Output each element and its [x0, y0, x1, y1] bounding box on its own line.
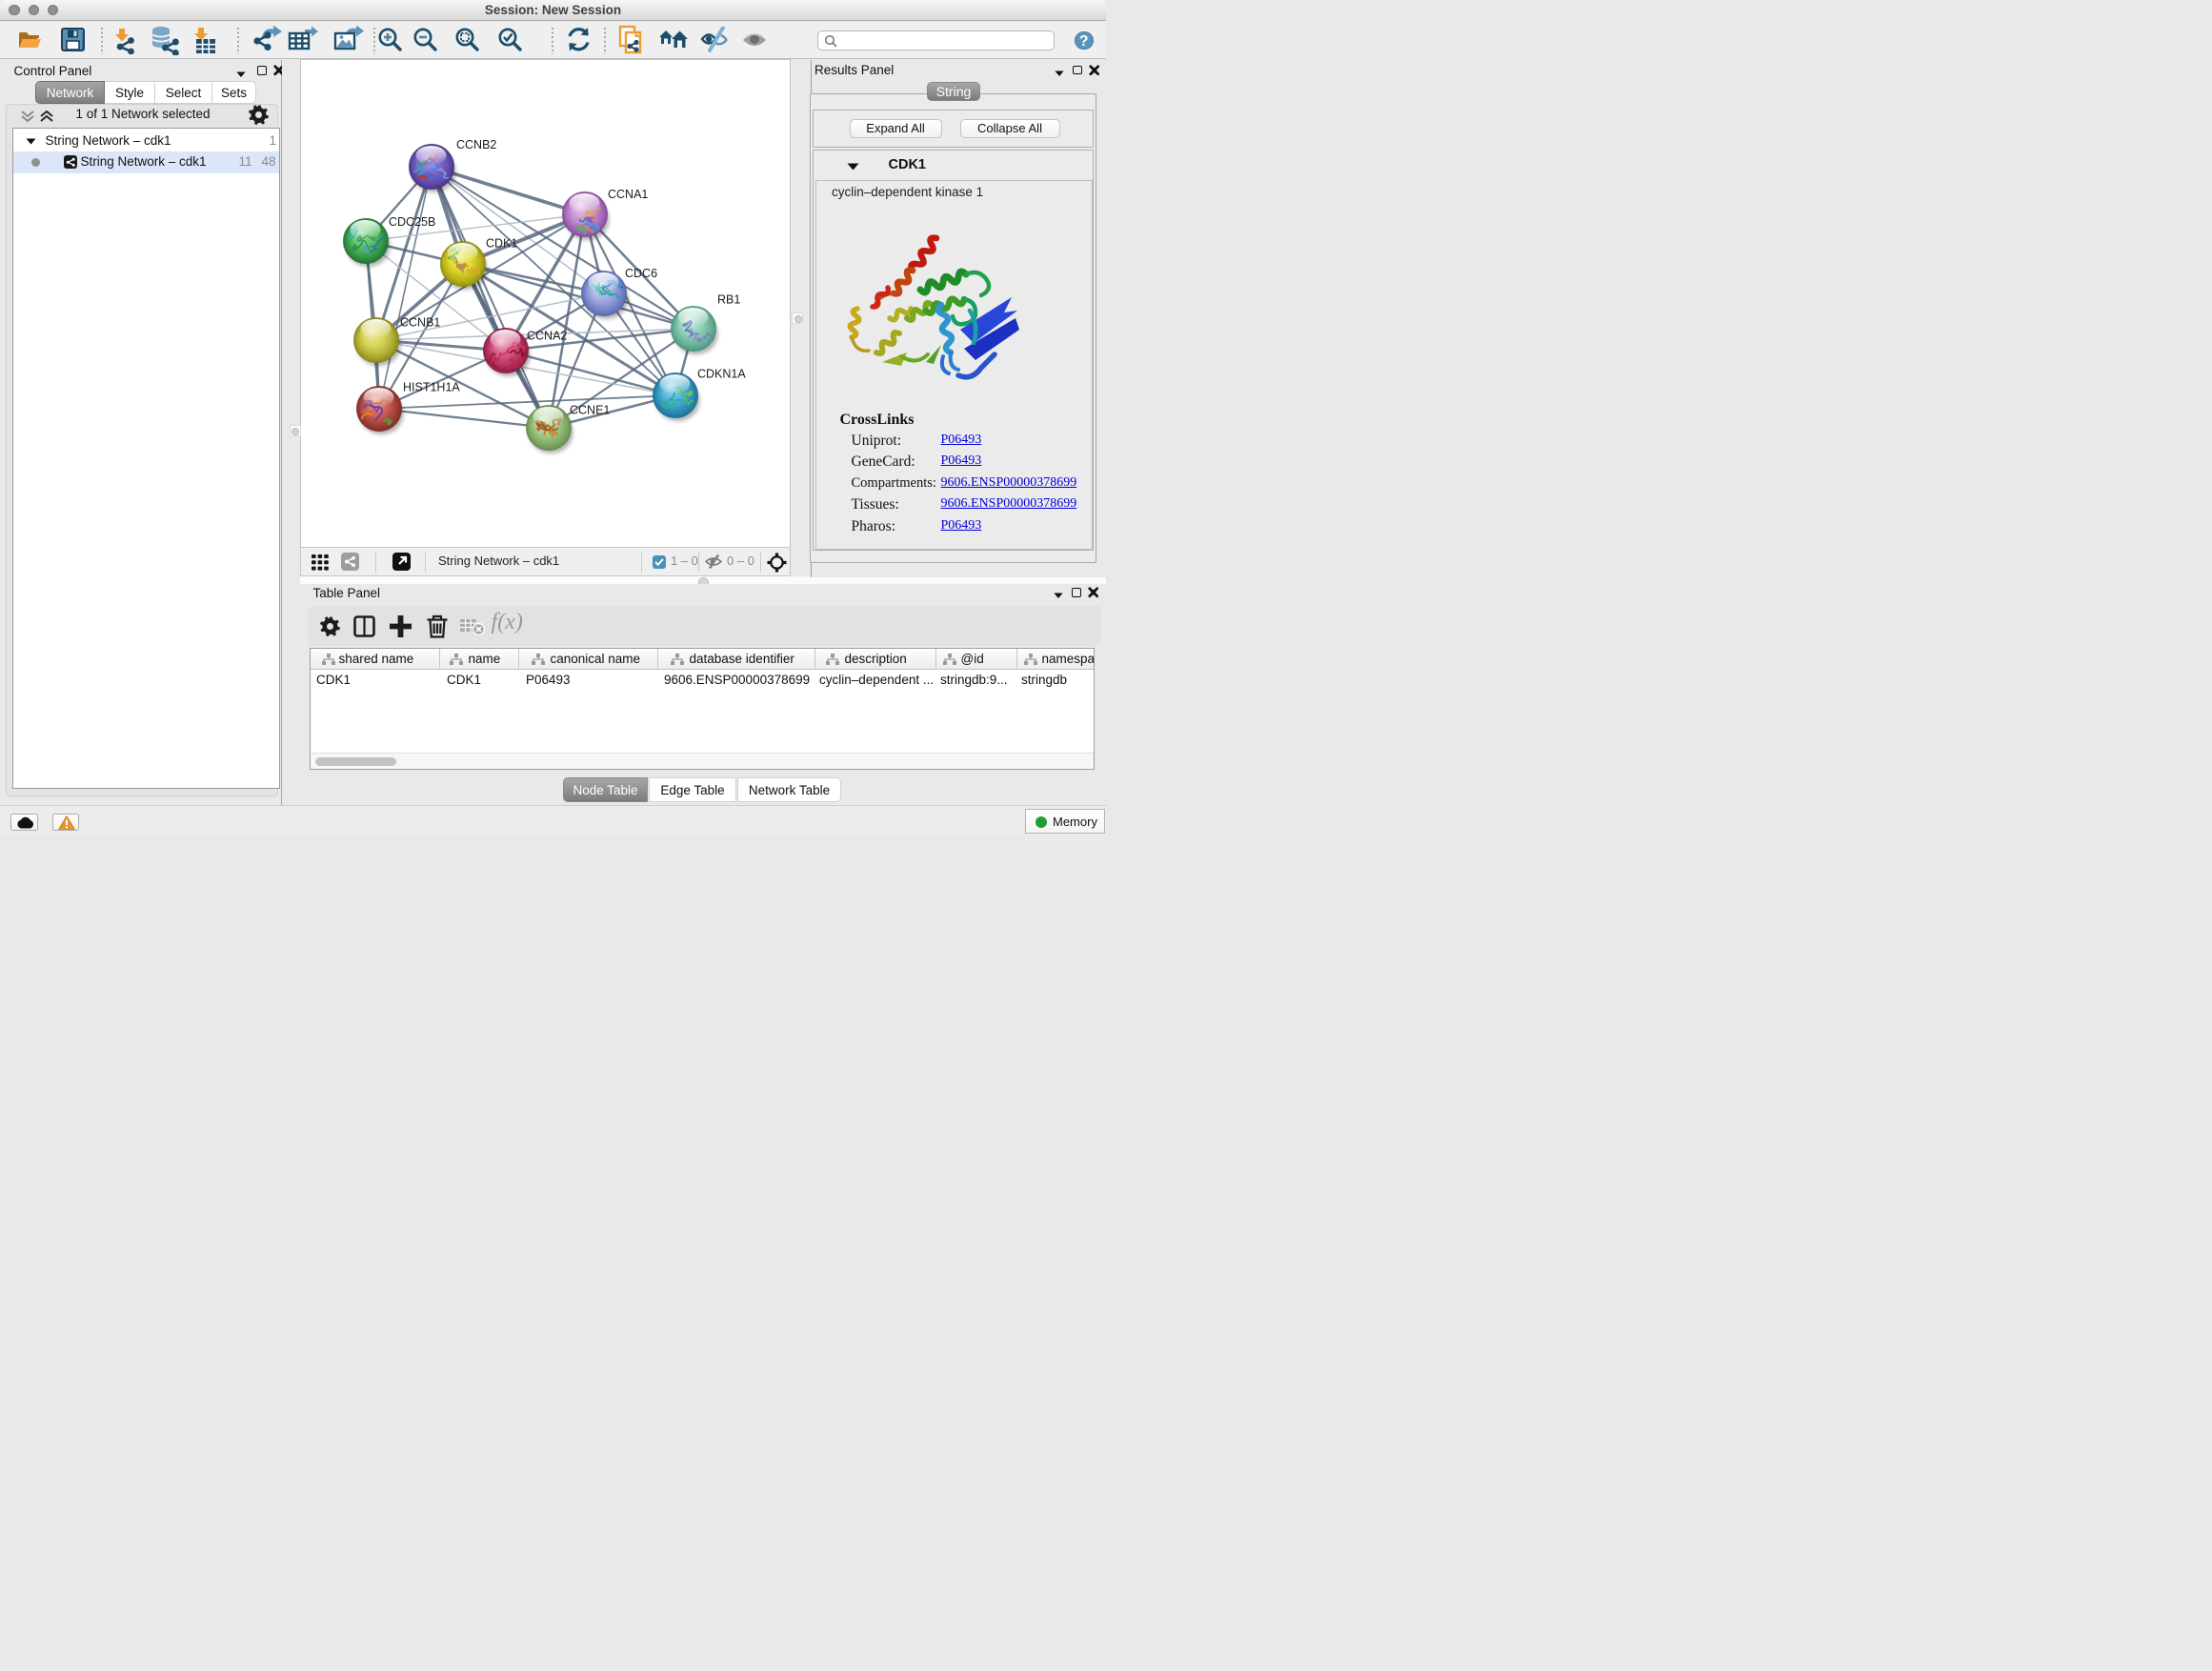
svg-text:HIST1H1A: HIST1H1A	[403, 381, 460, 394]
svg-text:CCNE1: CCNE1	[570, 404, 610, 417]
svg-text:CDC25B: CDC25B	[389, 215, 435, 229]
svg-text:CCNA2: CCNA2	[527, 330, 567, 343]
svg-text:CCNB1: CCNB1	[400, 316, 440, 330]
svg-text:CDC6: CDC6	[625, 267, 657, 280]
svg-text:CCNA1: CCNA1	[608, 188, 648, 201]
svg-text:RB1: RB1	[717, 293, 740, 307]
svg-text:CDK1: CDK1	[486, 237, 517, 251]
svg-text:CCNB2: CCNB2	[456, 138, 496, 151]
svg-text:CDKN1A: CDKN1A	[697, 368, 746, 381]
